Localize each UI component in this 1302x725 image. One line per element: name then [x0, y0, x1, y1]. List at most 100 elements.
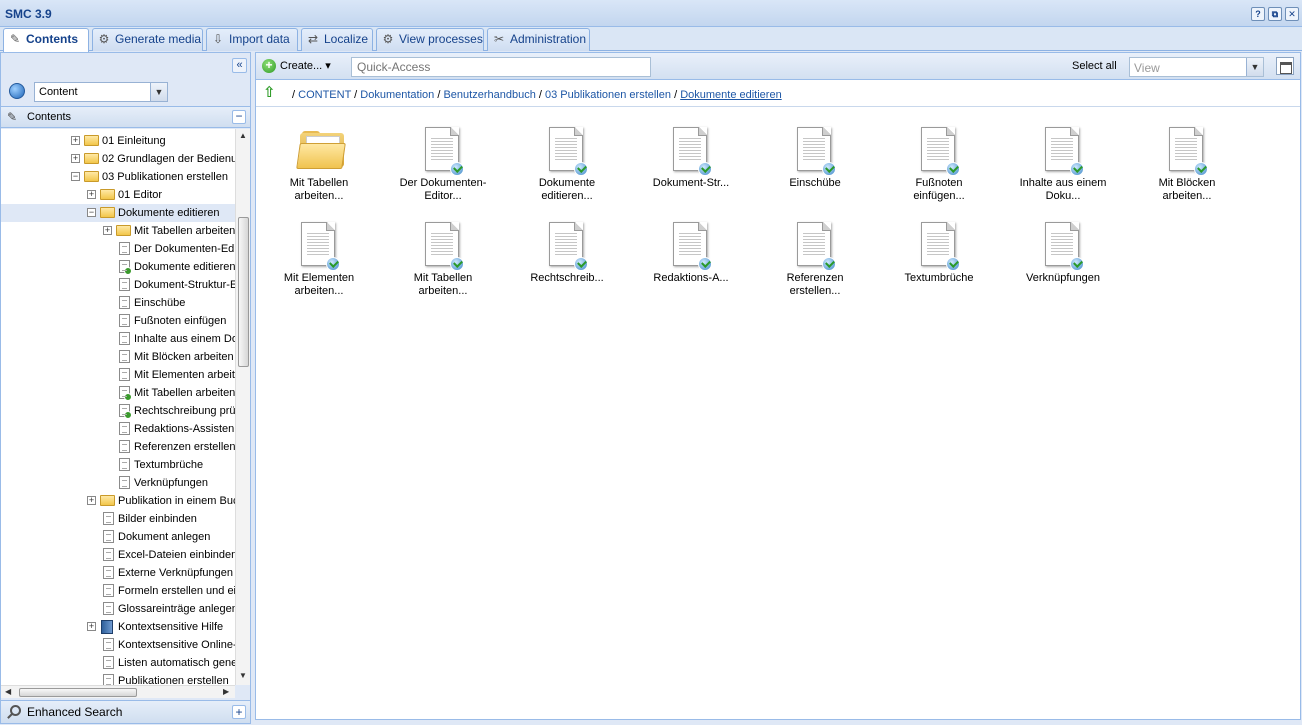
expand-icon[interactable]: + [71, 136, 80, 145]
quick-access-input[interactable] [351, 57, 651, 77]
tree-node[interactable]: Redaktions-Assisten [1, 420, 235, 438]
grid-document-item[interactable]: Redaktions-A... [636, 206, 746, 296]
tree-node[interactable]: Mit Tabellen arbeiten [1, 384, 235, 402]
tree-node[interactable]: Fußnoten einfügen [1, 312, 235, 330]
tree-node[interactable]: Verknüpfungen [1, 474, 235, 492]
tree-node[interactable]: Formeln erstellen und eir [1, 582, 235, 600]
tree-node-label: Excel-Dateien einbinden [118, 549, 235, 561]
breadcrumb-link[interactable]: Dokumente editieren [680, 89, 782, 101]
collapse-panel-button[interactable]: « [232, 58, 247, 73]
expand-icon[interactable]: + [87, 622, 96, 631]
grid-item-label-line1: Mit Tabellen [413, 272, 473, 284]
tree-node[interactable]: Der Dokumenten-Edit [1, 240, 235, 258]
scroll-right-icon[interactable]: ▶ [223, 687, 229, 696]
document-icon [103, 512, 114, 525]
tree-node[interactable]: Externe Verknüpfungen [1, 564, 235, 582]
chevron-down-icon[interactable]: ▼ [1246, 58, 1263, 76]
tree-node[interactable]: − Dokumente editieren [1, 204, 235, 222]
tree-node[interactable]: Dokument-Struktur-Ed [1, 276, 235, 294]
grid-document-item[interactable]: Rechtschreib... [512, 206, 622, 296]
help-button[interactable]: ? [1251, 7, 1265, 21]
tree-node[interactable]: Listen automatisch gene [1, 654, 235, 672]
collapse-contents-button[interactable]: − [232, 110, 246, 124]
document-icon [103, 566, 114, 579]
tree-node[interactable]: Textumbrüche [1, 456, 235, 474]
chevron-down-icon[interactable]: ▼ [150, 83, 167, 101]
grid-document-item[interactable]: Verknüpfungen [1008, 206, 1118, 296]
up-folder-icon[interactable]: ⇧ [263, 85, 277, 101]
tree-node[interactable]: Publikationen erstellen [1, 672, 235, 685]
scroll-down-icon[interactable]: ▼ [239, 671, 247, 680]
restore-button[interactable]: ⧉ [1268, 7, 1282, 21]
tree-node[interactable]: Bilder einbinden [1, 510, 235, 528]
breadcrumb-link[interactable]: 03 Publikationen erstellen [545, 89, 671, 101]
create-button[interactable]: + Create... ▾ [260, 57, 335, 75]
tree-node[interactable]: Dokument anlegen [1, 528, 235, 546]
breadcrumb-link[interactable]: Benutzerhandbuch [443, 89, 535, 101]
breadcrumb-link[interactable]: CONTENT [298, 89, 351, 101]
tab-view-processes[interactable]: ⚙ View processes [376, 28, 484, 51]
expand-icon[interactable]: + [87, 190, 96, 199]
tree-node[interactable]: Dokumente editieren [1, 258, 235, 276]
horizontal-scroll-thumb[interactable] [19, 688, 137, 697]
tree-node[interactable]: Einschübe [1, 294, 235, 312]
document-icon [103, 584, 114, 597]
tree-node[interactable]: Mit Elementen arbeite [1, 366, 235, 384]
grid-document-item[interactable]: Der Dokumenten- Editor... [388, 111, 498, 202]
tree-node[interactable]: Inhalte aus einem Dol [1, 330, 235, 348]
tree-node[interactable]: +01 Editor [1, 186, 235, 204]
tree-node[interactable]: Glossareinträge anlegen [1, 600, 235, 618]
close-button[interactable]: ✕ [1285, 7, 1299, 21]
tree-node[interactable]: + Publikation in einem Buch [1, 492, 235, 510]
grid-document-item[interactable]: Referenzen erstellen... [760, 206, 870, 297]
tree-node[interactable]: Referenzen erstellen [1, 438, 235, 456]
grid-document-item[interactable]: Fußnoten einfügen... [884, 111, 994, 202]
tree-node-label: Textumbrüche [134, 459, 204, 471]
collapse-icon[interactable]: − [71, 172, 80, 181]
tab-contents[interactable]: ✎ Contents [3, 28, 89, 52]
vertical-scroll-thumb[interactable] [238, 217, 249, 367]
grid-document-item[interactable]: Dokumente editieren... [512, 111, 622, 202]
grid-folder-item[interactable]: Mit Tabellen arbeiten... [264, 111, 374, 202]
scroll-left-icon[interactable]: ◀ [5, 687, 11, 696]
tree-node[interactable]: + Kontextsensitive Hilfe [1, 618, 235, 636]
tab-generate-media[interactable]: ⚙ Generate media [92, 28, 203, 51]
tab-administration[interactable]: ✂ Administration [487, 28, 590, 51]
globe-icon [9, 83, 25, 99]
tree-horizontal-scrollbar[interactable]: ◀ ▶ [1, 685, 235, 698]
grid-document-item[interactable]: Einschübe [760, 111, 870, 201]
tree-vertical-scrollbar[interactable]: ▲ ▼ [235, 129, 250, 685]
tree-node[interactable]: + Mit Tabellen arbeiten [1, 222, 235, 240]
tree-node[interactable]: Mit Blöcken arbeiten [1, 348, 235, 366]
open-window-icon[interactable] [1276, 57, 1294, 75]
tree-node[interactable]: Excel-Dateien einbinden [1, 546, 235, 564]
grid-document-item[interactable]: Inhalte aus einem Doku... [1008, 111, 1118, 202]
tree-node[interactable]: +01 Einleitung [1, 132, 235, 150]
view-mode-select[interactable]: View ▼ [1129, 57, 1264, 77]
tab-import-data[interactable]: ⇩ Import data [206, 28, 298, 51]
grid-item-label-line1: Verknüpfungen [1025, 272, 1100, 284]
tree-node[interactable]: Kontextsensitive Online- [1, 636, 235, 654]
enhanced-search-header[interactable]: Enhanced Search + [1, 700, 250, 723]
search-icon [10, 705, 21, 716]
tree-node-label: Einschübe [134, 297, 186, 309]
grid-document-item[interactable]: Textumbrüche [884, 206, 994, 296]
content-view-select[interactable]: Content ▼ [34, 82, 168, 102]
expand-enhanced-search-button[interactable]: + [232, 705, 246, 719]
tab-localize[interactable]: ⇄ Localize [301, 28, 373, 51]
tree-node[interactable]: − 03 Publikationen erstellen [1, 168, 235, 186]
collapse-icon[interactable]: − [87, 208, 96, 217]
grid-document-item[interactable]: Mit Tabellen arbeiten... [388, 206, 498, 297]
grid-item-label-line1: Referenzen [786, 272, 844, 284]
tree-node[interactable]: Rechtschreibung prü [1, 402, 235, 420]
select-all-button[interactable]: Select all [1072, 60, 1117, 72]
grid-document-item[interactable]: Mit Elementen arbeiten... [264, 206, 374, 297]
grid-document-item[interactable]: Mit Blöcken arbeiten... [1132, 111, 1242, 202]
expand-icon[interactable]: + [87, 496, 96, 505]
expand-icon[interactable]: + [103, 226, 112, 235]
scroll-up-icon[interactable]: ▲ [239, 131, 247, 140]
breadcrumb-link[interactable]: Dokumentation [360, 89, 434, 101]
tree-node[interactable]: +02 Grundlagen der Bedienu [1, 150, 235, 168]
grid-document-item[interactable]: Dokument-Str... [636, 111, 746, 201]
expand-icon[interactable]: + [71, 154, 80, 163]
